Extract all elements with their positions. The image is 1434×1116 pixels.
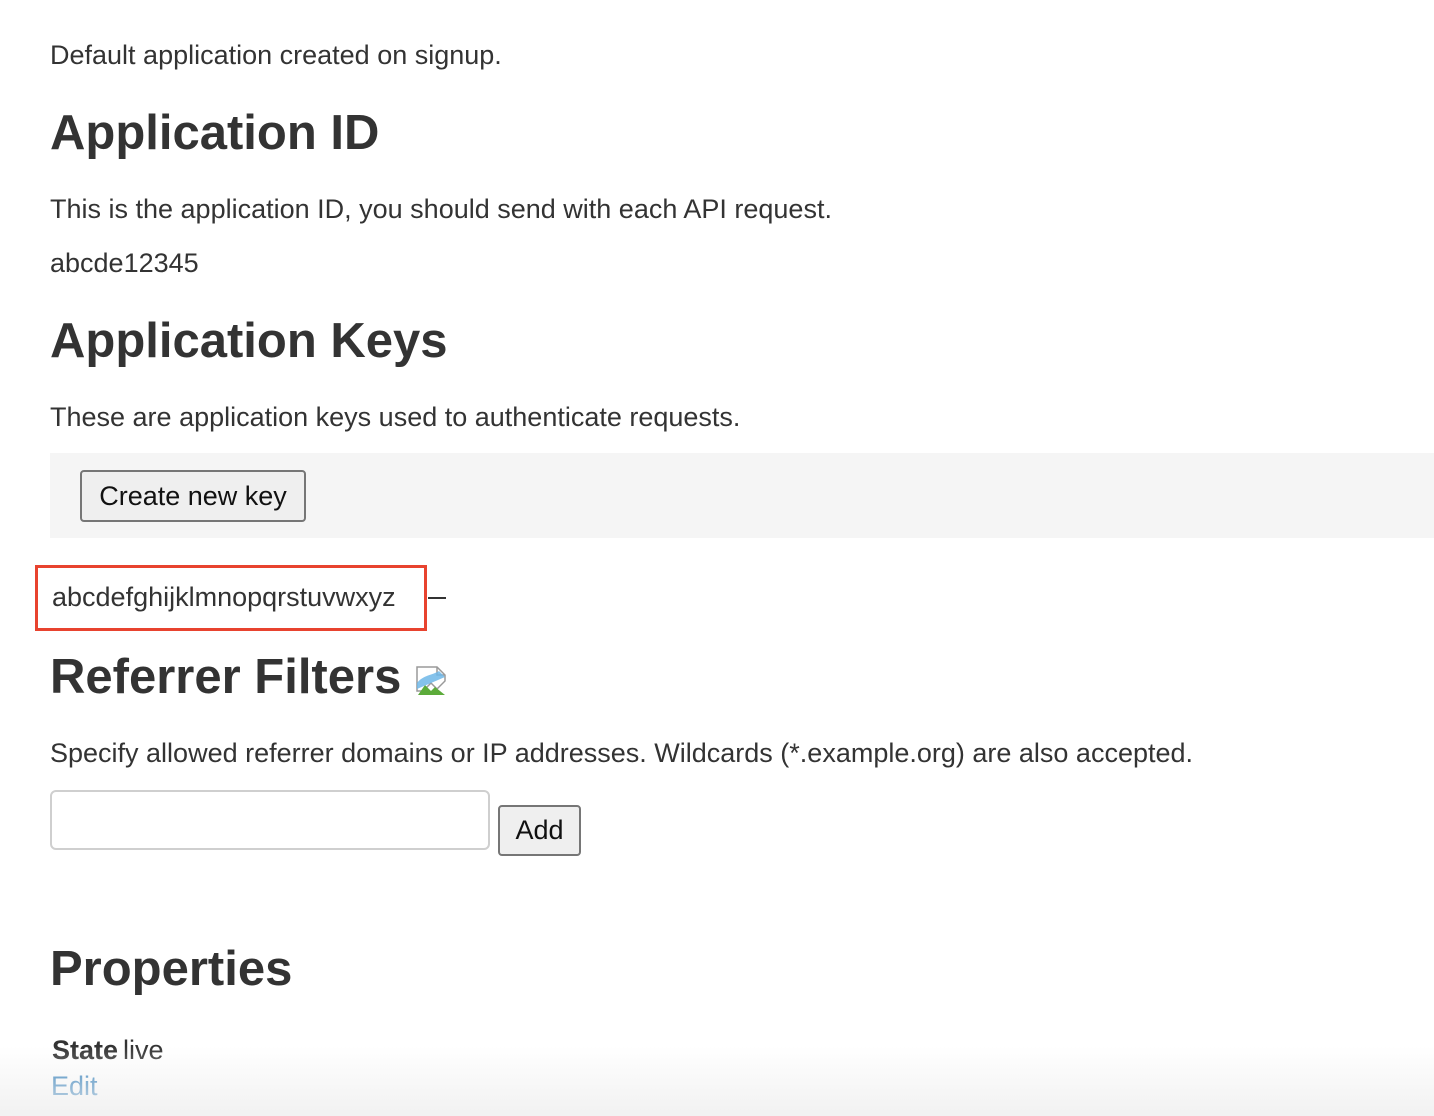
key-actions-panel: Create new key [50,453,1434,538]
application-detail-page: Default application created on signup. A… [0,0,1434,1116]
referrer-filters-heading: Referrer Filters [50,650,402,704]
properties-heading: Properties [50,942,293,996]
add-referrer-button[interactable]: Add [498,805,581,856]
state-label: State [52,1035,119,1065]
key-dash-separator [428,597,446,599]
application-id-value: abcde12345 [50,248,199,278]
create-new-key-button[interactable]: Create new key [80,470,306,522]
application-id-description: This is the application ID, you should s… [50,194,832,224]
referrer-filters-description: Specify allowed referrer domains or IP a… [50,738,1194,768]
application-keys-heading: Application Keys [50,314,448,368]
state-value: live [123,1035,164,1065]
broken-image-icon [415,665,447,697]
bottom-fade-overlay [0,1046,1434,1116]
application-keys-description: These are application keys used to authe… [50,402,741,432]
app-description: Default application created on signup. [50,40,502,70]
application-key-value: abcdefghijklmnopqrstuvwxyz [52,582,396,612]
referrer-input[interactable] [50,790,490,850]
application-id-heading: Application ID [50,106,380,160]
edit-link[interactable]: Edit [51,1070,98,1102]
